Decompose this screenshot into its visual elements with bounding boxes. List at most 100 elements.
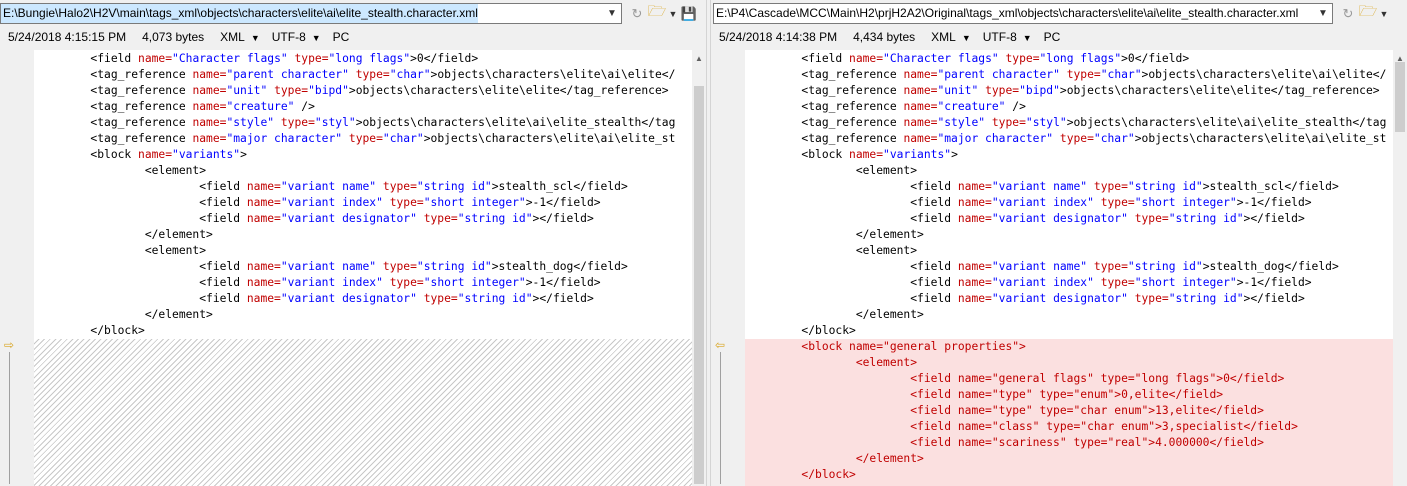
code-token: type= <box>382 180 417 193</box>
scroll-up-icon[interactable]: ▲ <box>692 52 706 66</box>
code-token: </block> <box>36 324 145 337</box>
left-format-select[interactable]: XML ▼ <box>220 30 260 44</box>
left-code-line: <element> <box>34 243 675 259</box>
code-token: "styl" <box>314 116 356 129</box>
folder-icon[interactable]: 🗁 <box>648 3 667 23</box>
right-format-select[interactable]: XML ▼ <box>931 30 971 44</box>
code-token: type= <box>348 132 383 145</box>
code-token: <field <box>747 180 958 193</box>
right-path-combobox[interactable]: E:\P4\Cascade\MCC\Main\H2\prjH2A2\Origin… <box>713 3 1333 24</box>
left-info-bar: 5/24/2018 4:15:15 PM 4,073 bytes XML ▼ UT… <box>0 27 349 47</box>
left-path-bar: E:\Bungie\Halo2\H2V\main\tags_xml\object… <box>0 3 698 24</box>
code-token: name= <box>957 180 992 193</box>
code-token: type= <box>1005 52 1040 65</box>
chevron-down-icon[interactable]: ▼ <box>668 5 678 23</box>
code-token: >0</field> <box>410 52 479 65</box>
left-code-line: </element> <box>34 307 675 323</box>
chevron-down-icon[interactable]: ▼ <box>603 4 621 23</box>
right-code-line: </element> <box>745 307 1386 323</box>
code-token: "Character flags" <box>883 52 999 65</box>
right-added-code-line: </block> <box>747 468 856 481</box>
navigate-icon[interactable]: ↻ <box>1339 5 1357 23</box>
code-token: "string id" <box>457 212 533 225</box>
code-token: >objects\characters\elite\elite</tag_ref… <box>348 84 669 97</box>
navigate-icon[interactable]: ↻ <box>628 5 646 23</box>
code-token: type= <box>423 212 458 225</box>
right-code-line: <field name="Character flags" type="long… <box>745 51 1386 67</box>
code-token: >stealth_dog</field> <box>1202 260 1339 273</box>
code-token: "variant name" <box>991 180 1088 193</box>
code-token: "char" <box>1100 68 1142 81</box>
code-token: <field <box>747 276 958 289</box>
code-token: <field <box>36 180 247 193</box>
code-token: /> <box>294 100 315 113</box>
code-token: <element> <box>36 164 207 177</box>
code-token: <field <box>747 260 958 273</box>
code-token: "bipd" <box>308 84 349 97</box>
right-added-code-line: <field name="type" type="enum">0,elite</… <box>747 388 1224 401</box>
right-path-bar: E:\P4\Cascade\MCC\Main\H2\prjH2A2\Origin… <box>713 3 1389 24</box>
right-code-line: <tag_reference name="creature" /> <box>745 99 1386 115</box>
left-code-line: <tag_reference name="unit" type="bipd">o… <box>34 83 675 99</box>
right-added-code-line: <field name="class" type="char enum">3,s… <box>747 420 1298 433</box>
chevron-down-icon: ▼ <box>1022 33 1032 43</box>
code-token: >0</field> <box>1121 52 1190 65</box>
left-code-line: <block name="variants"> <box>34 147 675 163</box>
left-line-ending[interactable]: PC <box>333 30 350 44</box>
code-token: "variant name" <box>991 260 1088 273</box>
code-token: name= <box>957 292 992 305</box>
code-token: "Character flags" <box>172 52 288 65</box>
code-token: "variant index" <box>280 196 383 209</box>
diff-arrow-icon[interactable]: ⇨ <box>4 338 14 352</box>
right-vertical-scrollbar[interactable]: ▲ <box>1393 50 1407 486</box>
right-pane: E:\P4\Cascade\MCC\Main\H2\prjH2A2\Origin… <box>711 0 1407 486</box>
code-token: type= <box>1066 68 1101 81</box>
right-added-code-line: <field name="general flags" type="long f… <box>747 372 1285 385</box>
code-token: type= <box>423 292 458 305</box>
code-token: name= <box>903 68 938 81</box>
left-code-line: </element> <box>34 227 675 243</box>
code-token: "short integer" <box>1134 276 1237 289</box>
code-token: name= <box>192 84 227 97</box>
code-token: type= <box>294 52 329 65</box>
code-token: ></field> <box>1243 212 1305 225</box>
left-path-combobox[interactable]: E:\Bungie\Halo2\H2V\main\tags_xml\object… <box>0 3 622 24</box>
code-token: <tag_reference <box>747 84 904 97</box>
left-scroll-thumb[interactable] <box>694 86 704 484</box>
left-path-text[interactable]: E:\Bungie\Halo2\H2V\main\tags_xml\object… <box>1 4 478 23</box>
code-token: "long flags" <box>328 52 411 65</box>
right-editor[interactable]: ⇦ <field name="Character flags" type="lo… <box>711 50 1393 486</box>
left-vertical-scrollbar[interactable]: ▲ <box>692 50 706 486</box>
code-token: type= <box>274 84 309 97</box>
code-token: name= <box>192 68 227 81</box>
left-encoding-select[interactable]: UTF-8 ▼ <box>272 30 321 44</box>
left-code-line: <field name="variant name" type="string … <box>34 259 675 275</box>
code-token: >-1</field> <box>525 196 601 209</box>
code-token: type= <box>1100 196 1135 209</box>
right-encoding-select[interactable]: UTF-8 ▼ <box>983 30 1032 44</box>
save-icon[interactable]: 💾 <box>680 5 698 23</box>
code-token: "creature" <box>226 100 295 113</box>
right-code-lines: <field name="Character flags" type="long… <box>745 51 1386 483</box>
chevron-down-icon[interactable]: ▼ <box>1314 4 1332 23</box>
chevron-down-icon[interactable]: ▼ <box>1379 5 1389 23</box>
code-token: > <box>240 148 247 161</box>
folder-icon[interactable]: 🗁 <box>1359 3 1378 23</box>
code-token: </element> <box>747 228 924 241</box>
left-editor[interactable]: ⇨ <field name="Character flags" type="lo… <box>0 50 692 486</box>
right-path-text[interactable]: E:\P4\Cascade\MCC\Main\H2\prjH2A2\Origin… <box>714 4 1298 23</box>
right-line-ending[interactable]: PC <box>1044 30 1061 44</box>
code-token: name= <box>192 100 227 113</box>
code-token: "char" <box>382 132 424 145</box>
right-code-line: </element> <box>745 227 1386 243</box>
diff-range-line <box>9 352 10 484</box>
code-token: <tag_reference <box>36 100 193 113</box>
diff-arrow-icon[interactable]: ⇦ <box>715 338 725 352</box>
code-token: name= <box>192 116 227 129</box>
right-scroll-thumb[interactable] <box>1395 62 1405 132</box>
code-token: >objects\characters\elite\ai\elite</ <box>430 68 676 81</box>
code-token: type= <box>1134 292 1169 305</box>
left-code-line: <tag_reference name="style" type="styl">… <box>34 115 675 131</box>
right-code-line: <tag_reference name="parent character" t… <box>745 67 1386 83</box>
